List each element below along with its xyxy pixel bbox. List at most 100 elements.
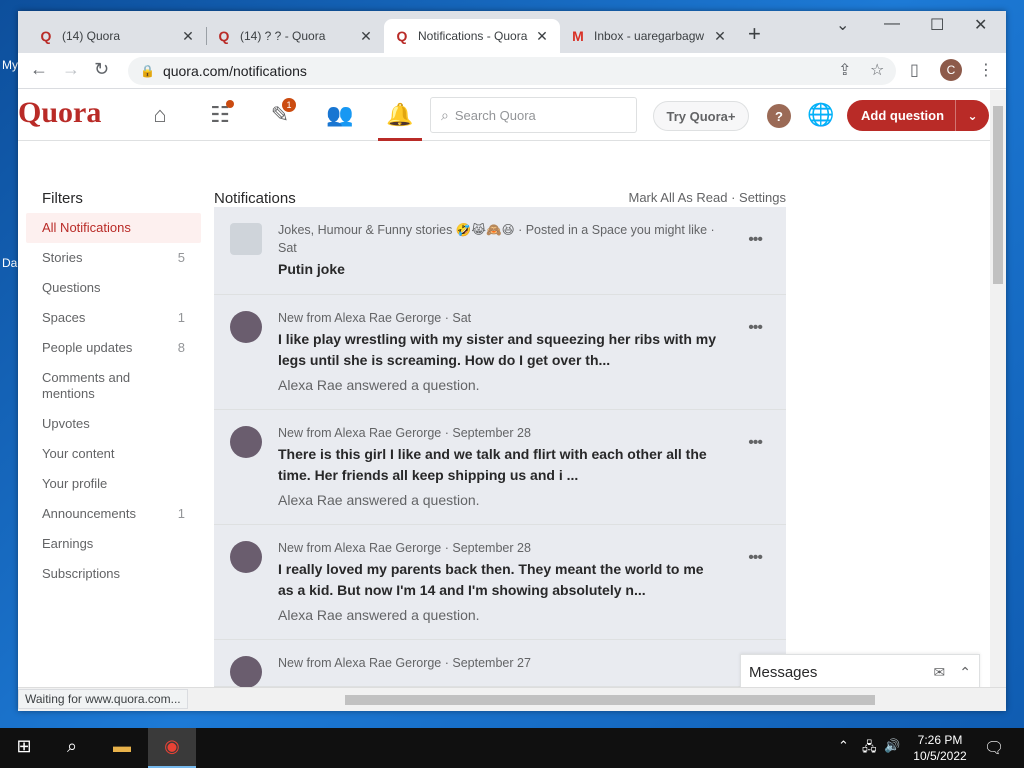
avatar[interactable] bbox=[230, 426, 262, 458]
tab-quora-1[interactable]: Q (14) Quora ✕ bbox=[28, 19, 206, 53]
notification-item[interactable]: New from Alexa Rae Gerorge · September 2… bbox=[214, 525, 786, 640]
answer-badge: 1 bbox=[282, 98, 296, 112]
maximize-button[interactable]: ☐ bbox=[930, 15, 944, 35]
close-icon[interactable]: ✕ bbox=[712, 28, 728, 45]
help-icon[interactable]: ? bbox=[767, 104, 791, 128]
reload-icon[interactable]: ↻ bbox=[94, 59, 109, 80]
notifications-bell-icon[interactable]: 🔔 bbox=[386, 102, 414, 130]
quora-logo[interactable]: Quora bbox=[18, 96, 101, 130]
menu-kebab-icon[interactable]: ⋮ bbox=[978, 60, 994, 80]
filter-questions[interactable]: Questions bbox=[26, 273, 201, 303]
filter-all-notifications[interactable]: All Notifications bbox=[26, 213, 201, 243]
filter-announcements[interactable]: Announcements 1 bbox=[26, 499, 201, 529]
filter-subscriptions[interactable]: Subscriptions bbox=[26, 559, 201, 589]
url-text: quora.com/notifications bbox=[162, 63, 307, 79]
page-viewport: Quora ⌂ ☷ ✎ 1 👥 🔔 ⌕ Search Quora Try Quo… bbox=[18, 90, 990, 687]
notification-item[interactable]: Jokes, Humour & Funny stories 🤣😹🙈😆 · Pos… bbox=[214, 207, 786, 295]
scroll-thumb[interactable] bbox=[993, 106, 1003, 284]
filter-stories[interactable]: Stories 5 bbox=[26, 243, 201, 273]
close-icon[interactable]: ✕ bbox=[180, 28, 196, 45]
compose-message-icon[interactable]: ✉ bbox=[934, 664, 946, 681]
tab-search-icon[interactable]: ⌄ bbox=[836, 15, 849, 35]
filter-label: Earnings bbox=[42, 536, 94, 551]
scroll-thumb[interactable] bbox=[345, 695, 875, 705]
notification-item[interactable]: New from Alexa Rae Gerorge · September 2… bbox=[214, 410, 786, 525]
close-icon[interactable]: ✕ bbox=[358, 28, 374, 45]
more-options-icon[interactable]: ••• bbox=[748, 231, 763, 249]
filter-upvotes[interactable]: Upvotes bbox=[26, 409, 201, 439]
notification-title[interactable]: There is this girl I like and we talk an… bbox=[278, 444, 716, 486]
vertical-scrollbar[interactable] bbox=[990, 90, 1006, 687]
filters-heading: Filters bbox=[42, 190, 83, 207]
gmail-icon: M bbox=[572, 28, 584, 44]
minimize-button[interactable]: — bbox=[884, 15, 900, 33]
file-explorer-icon[interactable]: ▬ bbox=[110, 736, 134, 760]
desktop-icon-label[interactable]: Da bbox=[2, 256, 17, 270]
filter-count: 1 bbox=[177, 506, 185, 521]
notification-center-icon[interactable]: 🗨 bbox=[984, 738, 1004, 758]
avatar[interactable] bbox=[230, 311, 262, 343]
more-options-icon[interactable]: ••• bbox=[748, 319, 763, 337]
filter-label: People updates bbox=[42, 340, 133, 355]
search-icon[interactable]: ⌕ bbox=[60, 736, 84, 760]
tab-notifications[interactable]: Q Notifications - Quora ✕ bbox=[384, 19, 560, 53]
home-icon[interactable]: ⌂ bbox=[146, 102, 174, 130]
notification-meta: New from Alexa Rae Gerorge · September 2… bbox=[278, 656, 531, 670]
more-options-icon[interactable]: ••• bbox=[748, 549, 763, 567]
browser-window: Q (14) Quora ✕ Q (14) ? ? - Quora ✕ Q No… bbox=[18, 11, 1006, 711]
notification-title[interactable]: I like play wrestling with my sister and… bbox=[278, 329, 716, 371]
desktop-icon-label[interactable]: My bbox=[2, 58, 18, 72]
share-icon[interactable]: ⇪ bbox=[838, 60, 851, 80]
status-bubble: Waiting for www.quora.com... bbox=[18, 689, 188, 709]
space-avatar[interactable] bbox=[230, 223, 262, 255]
filter-earnings[interactable]: Earnings bbox=[26, 529, 201, 559]
quora-header: Quora ⌂ ☷ ✎ 1 👥 🔔 ⌕ Search Quora Try Quo… bbox=[18, 90, 990, 141]
windows-start-icon[interactable]: ⊞ bbox=[12, 736, 36, 760]
answer-icon[interactable]: ✎ 1 bbox=[266, 98, 296, 130]
network-icon[interactable]: 🖧 bbox=[862, 738, 877, 760]
bookmark-star-icon[interactable]: ☆ bbox=[870, 60, 884, 80]
notification-meta: New from Alexa Rae Gerorge · September 2… bbox=[278, 541, 531, 555]
add-question-button[interactable]: Add question ⌄ bbox=[847, 100, 989, 131]
side-panel-icon[interactable]: ▯ bbox=[910, 60, 919, 80]
close-window-button[interactable]: ✕ bbox=[974, 15, 987, 35]
following-icon[interactable]: ☷ bbox=[206, 100, 234, 130]
spaces-icon[interactable]: 👥 bbox=[326, 102, 354, 130]
notification-item[interactable]: New from Alexa Rae Gerorge · September 2… bbox=[214, 640, 786, 687]
forward-icon[interactable]: → bbox=[62, 59, 80, 80]
try-quora-plus-button[interactable]: Try Quora+ bbox=[653, 101, 749, 131]
back-icon[interactable]: ← bbox=[30, 59, 48, 80]
notification-title[interactable]: I really loved my parents back then. The… bbox=[278, 559, 716, 601]
notification-title[interactable]: Putin joke bbox=[278, 259, 716, 280]
system-clock[interactable]: 7:26 PM 10/5/2022 bbox=[908, 732, 972, 764]
messages-panel[interactable]: Messages ✉ ⌃ bbox=[740, 654, 980, 687]
avatar[interactable] bbox=[230, 656, 262, 687]
new-tab-button[interactable]: + bbox=[748, 23, 761, 45]
filter-comments-mentions[interactable]: Comments and mentions bbox=[26, 363, 201, 409]
lock-icon[interactable]: 🔒 bbox=[140, 64, 155, 78]
filter-people-updates[interactable]: People updates 8 bbox=[26, 333, 201, 363]
filter-your-content[interactable]: Your content bbox=[26, 439, 201, 469]
mark-read-settings-links[interactable]: Mark All As Read · Settings bbox=[628, 190, 786, 207]
volume-icon[interactable]: 🔊 bbox=[884, 738, 900, 754]
address-bar[interactable]: 🔒 quora.com/notifications bbox=[128, 57, 896, 85]
language-globe-icon[interactable]: 🌐 bbox=[807, 102, 834, 128]
chevron-up-icon[interactable]: ⌃ bbox=[959, 664, 971, 681]
notification-item[interactable]: New from Alexa Rae Gerorge · Sat I like … bbox=[214, 295, 786, 410]
tab-gmail[interactable]: M Inbox - uaregarbagw ✕ bbox=[560, 19, 738, 53]
tray-chevron-up-icon[interactable]: ⌃ bbox=[838, 738, 849, 754]
filter-your-profile[interactable]: Your profile bbox=[26, 469, 201, 499]
more-options-icon[interactable]: ••• bbox=[748, 434, 763, 452]
profile-avatar[interactable]: C bbox=[940, 59, 962, 81]
active-tab-indicator bbox=[378, 138, 422, 141]
chrome-icon[interactable]: ◉ bbox=[148, 728, 196, 768]
tab-quora-2[interactable]: Q (14) ? ? - Quora ✕ bbox=[206, 19, 384, 53]
filter-label: Comments and mentions bbox=[42, 370, 131, 401]
clock-date: 10/5/2022 bbox=[913, 749, 967, 763]
search-input[interactable]: ⌕ Search Quora bbox=[430, 97, 637, 133]
chevron-down-icon[interactable]: ⌄ bbox=[956, 109, 989, 123]
search-placeholder: Search Quora bbox=[454, 107, 536, 123]
filter-spaces[interactable]: Spaces 1 bbox=[26, 303, 201, 333]
close-icon[interactable]: ✕ bbox=[534, 28, 550, 45]
avatar[interactable] bbox=[230, 541, 262, 573]
